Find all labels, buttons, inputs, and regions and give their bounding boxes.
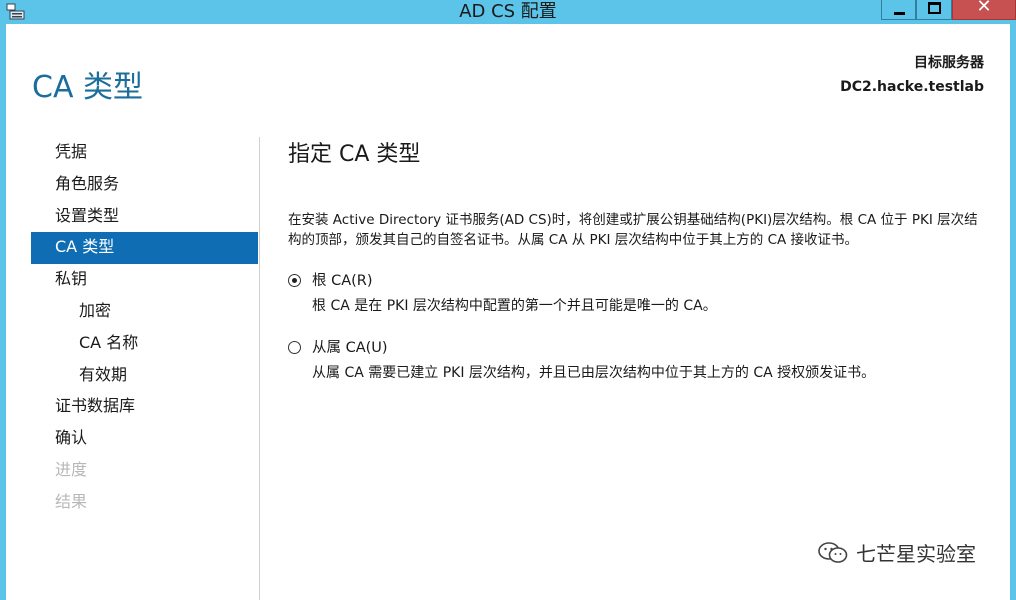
nav-item-ca-type[interactable]: CA 类型: [31, 232, 258, 264]
nav-item-certificate-database[interactable]: 证书数据库: [31, 391, 258, 423]
section-title: 指定 CA 类型: [288, 136, 988, 168]
watermark-text: 七芒星实验室: [856, 538, 976, 567]
nav-item-setup-type[interactable]: 设置类型: [31, 201, 258, 233]
nav-item-validity-period[interactable]: 有效期: [31, 360, 258, 392]
wizard-nav: 凭据 角色服务 设置类型 CA 类型 私钥 加密 CA 名称 有效期 证书数据库…: [31, 137, 258, 519]
page-title: CA 类型: [32, 62, 143, 106]
maximize-button[interactable]: [916, 0, 952, 20]
nav-item-progress: 进度: [31, 455, 258, 487]
subordinate-ca-label[interactable]: 从属 CA(U): [312, 337, 988, 359]
root-ca-label[interactable]: 根 CA(R): [312, 270, 988, 292]
nav-divider: [259, 137, 260, 600]
nav-item-private-key[interactable]: 私钥: [31, 264, 258, 296]
target-server-label: 目标服务器: [914, 52, 984, 72]
wechat-icon: [818, 541, 848, 565]
title-bar[interactable]: AD CS 配置 ✕: [0, 0, 1016, 24]
subordinate-ca-option[interactable]: 从属 CA(U) 从属 CA 需要已建立 PKI 层次结构，并且已由层次结构中位…: [288, 337, 988, 384]
subordinate-ca-radio[interactable]: [288, 341, 301, 354]
root-ca-option[interactable]: 根 CA(R) 根 CA 是在 PKI 层次结构中配置的第一个并且可能是唯一的 …: [288, 270, 988, 317]
nav-item-credentials[interactable]: 凭据: [31, 137, 258, 169]
root-ca-radio[interactable]: [288, 274, 301, 287]
nav-item-results: 结果: [31, 487, 258, 519]
description-text: 在安装 Active Directory 证书服务(AD CS)时，将创建或扩展…: [288, 210, 978, 250]
nav-item-ca-name[interactable]: CA 名称: [31, 328, 258, 360]
target-server-name: DC2.hacke.testlab: [840, 79, 984, 95]
window-title: AD CS 配置: [0, 0, 1016, 24]
nav-item-confirmation[interactable]: 确认: [31, 423, 258, 455]
watermark: 七芒星实验室: [818, 538, 976, 567]
nav-item-cryptography[interactable]: 加密: [31, 296, 258, 328]
main-content: 指定 CA 类型 在安装 Active Directory 证书服务(AD CS…: [288, 136, 988, 384]
subordinate-ca-description: 从属 CA 需要已建立 PKI 层次结构，并且已由层次结构中位于其上方的 CA …: [312, 362, 988, 384]
close-button[interactable]: ✕: [952, 0, 1016, 20]
root-ca-description: 根 CA 是在 PKI 层次结构中配置的第一个并且可能是唯一的 CA。: [312, 295, 988, 317]
wizard-client-area: CA 类型 目标服务器 DC2.hacke.testlab 凭据 角色服务 设置…: [6, 24, 1010, 600]
nav-item-role-services[interactable]: 角色服务: [31, 169, 258, 201]
close-icon: ✕: [953, 0, 1015, 17]
minimize-button[interactable]: [881, 0, 916, 20]
